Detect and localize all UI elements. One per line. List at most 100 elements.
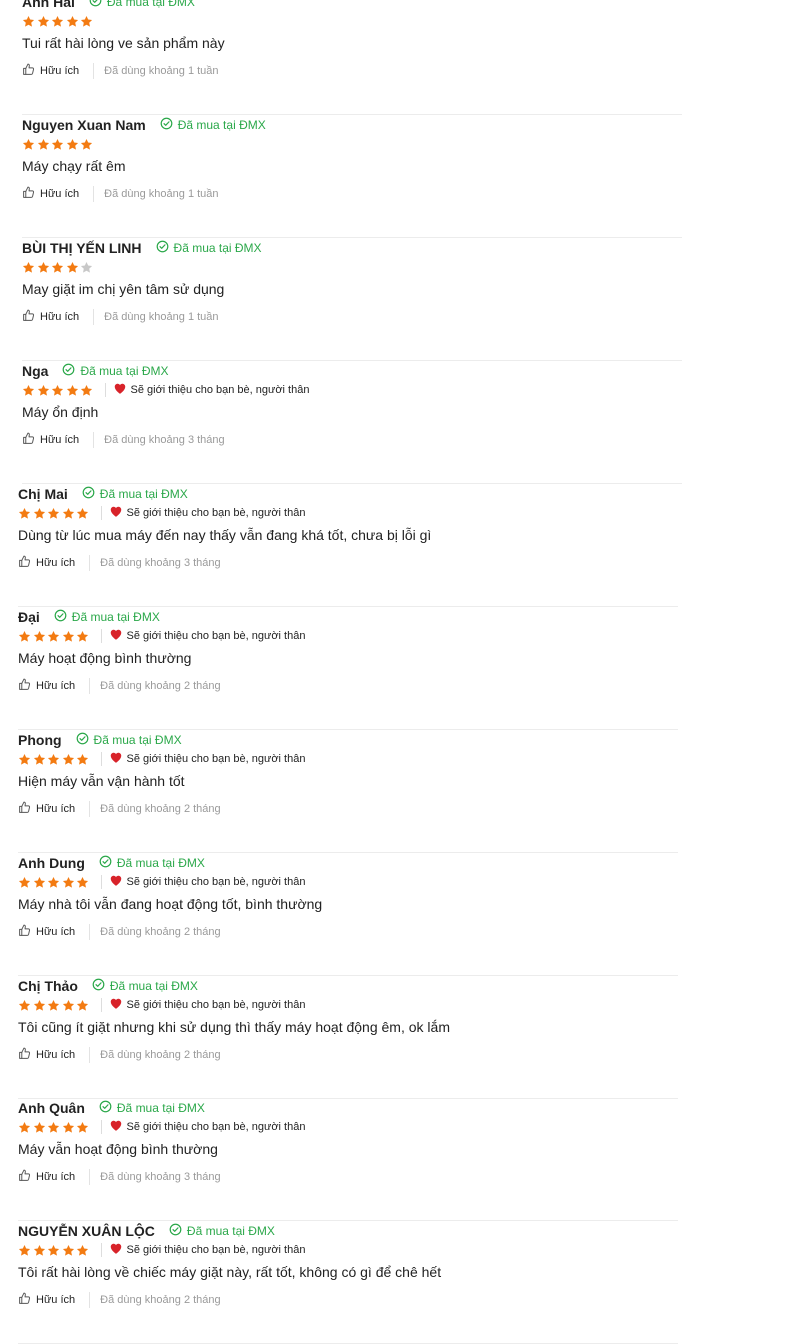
star-filled-icon — [22, 15, 35, 28]
thumbs-up-icon — [22, 309, 40, 325]
verified-badge: Đã mua tại ĐMX — [160, 117, 266, 133]
helpful-button[interactable]: Hữu ích — [18, 801, 75, 817]
verified-text: Đã mua tại ĐMX — [186, 1224, 275, 1238]
helpful-button[interactable]: Hữu ích — [22, 63, 79, 79]
star-filled-icon — [18, 999, 31, 1012]
star-filled-icon — [47, 630, 60, 643]
thumbs-up-icon — [18, 678, 36, 694]
verified-badge: Đã mua tại ĐMX — [62, 363, 168, 379]
star-filled-icon — [22, 261, 35, 274]
divider — [93, 186, 95, 202]
helpful-label: Hữu ích — [36, 926, 76, 938]
heart-icon — [110, 629, 127, 643]
star-filled-icon — [47, 1244, 60, 1257]
reviewer-name: Đại — [18, 609, 40, 625]
recommend-badge: Sẽ giới thiệu cho bạn bè, người thân — [100, 629, 305, 643]
verified-badge: Đã mua tại ĐMX — [89, 0, 195, 10]
check-circle-icon — [160, 117, 178, 133]
star-rating — [22, 138, 95, 151]
review-content: Tui rất hài lòng ve sản phẩm này — [22, 35, 225, 51]
star-filled-icon — [18, 630, 31, 643]
star-filled-icon — [37, 261, 50, 274]
star-rating — [18, 876, 91, 889]
heart-icon — [110, 875, 127, 889]
star-rating — [18, 630, 91, 643]
heart-icon — [110, 998, 127, 1012]
helpful-button[interactable]: Hữu ích — [18, 1169, 75, 1185]
star-filled-icon — [22, 138, 35, 151]
star-filled-icon — [18, 507, 31, 520]
usage-duration: Đã dùng khoảng 3 tháng — [100, 557, 221, 569]
star-filled-icon — [51, 138, 64, 151]
divider — [89, 555, 91, 571]
reviewer-name: Nga — [22, 363, 49, 379]
star-filled-icon — [47, 1121, 60, 1134]
check-circle-icon — [99, 855, 117, 871]
star-filled-icon — [66, 15, 79, 28]
star-filled-icon — [18, 876, 31, 889]
recommend-badge: Sẽ giới thiệu cho bạn bè, người thân — [100, 752, 305, 766]
divider — [89, 1047, 91, 1063]
review-item: BÙI THỊ YẾN LINH Đã mua tại ĐMX May giặt… — [22, 238, 682, 361]
helpful-button[interactable]: Hữu ích — [18, 1292, 75, 1308]
review-item: NGUYỄN XUÂN LỘC Đã mua tại ĐMX Sẽ giới t… — [18, 1221, 678, 1344]
helpful-button[interactable]: Hữu ích — [22, 432, 79, 448]
star-rating — [18, 753, 91, 766]
reviewer-name: Chị Thảo — [18, 978, 78, 994]
star-filled-icon — [47, 876, 60, 889]
check-circle-icon — [89, 0, 107, 10]
review-item: Chị Mai Đã mua tại ĐMX Sẽ giới thiệu cho… — [18, 484, 678, 607]
helpful-label: Hữu ích — [36, 557, 76, 569]
usage-duration: Đã dùng khoảng 1 tuần — [104, 311, 219, 323]
star-filled-icon — [76, 630, 89, 643]
recommend-badge: Sẽ giới thiệu cho bạn bè, người thân — [100, 875, 305, 889]
usage-duration: Đã dùng khoảng 3 tháng — [104, 434, 225, 446]
review-item: Chị Thảo Đã mua tại ĐMX Sẽ giới thiệu ch… — [18, 976, 678, 1099]
recommend-badge: Sẽ giới thiệu cho bạn bè, người thân — [100, 1243, 305, 1257]
helpful-label: Hữu ích — [36, 1171, 76, 1183]
star-filled-icon — [47, 507, 60, 520]
review-item: Nguyen Xuan Nam Đã mua tại ĐMX Máy chạy … — [22, 115, 682, 238]
star-filled-icon — [33, 630, 46, 643]
star-rating — [18, 1244, 91, 1257]
star-filled-icon — [51, 15, 64, 28]
star-filled-icon — [37, 15, 50, 28]
usage-duration: Đã dùng khoảng 2 tháng — [100, 926, 221, 938]
star-filled-icon — [62, 507, 75, 520]
helpful-button[interactable]: Hữu ích — [22, 309, 79, 325]
helpful-button[interactable]: Hữu ích — [22, 186, 79, 202]
star-filled-icon — [18, 1121, 31, 1134]
verified-badge: Đã mua tại ĐMX — [169, 1223, 275, 1239]
verified-badge: Đã mua tại ĐMX — [76, 732, 182, 748]
helpful-button[interactable]: Hữu ích — [18, 1047, 75, 1063]
star-rating — [18, 507, 91, 520]
check-circle-icon — [76, 732, 94, 748]
helpful-button[interactable]: Hữu ích — [18, 924, 75, 940]
recommend-badge: Sẽ giới thiệu cho bạn bè, người thân — [104, 383, 309, 397]
thumbs-up-icon — [22, 432, 40, 448]
recommend-badge: Sẽ giới thiệu cho bạn bè, người thân — [100, 506, 305, 520]
thumbs-up-icon — [18, 1169, 36, 1185]
review-content: Tôi rất hài lòng về chiếc máy giặt này, … — [18, 1264, 442, 1280]
helpful-label: Hữu ích — [36, 680, 76, 692]
star-filled-icon — [51, 384, 64, 397]
check-circle-icon — [169, 1223, 187, 1239]
verified-text: Đã mua tại ĐMX — [93, 733, 182, 747]
verified-text: Đã mua tại ĐMX — [71, 610, 160, 624]
verified-text: Đã mua tại ĐMX — [80, 364, 169, 378]
verified-badge: Đã mua tại ĐMX — [82, 486, 188, 502]
star-filled-icon — [51, 261, 64, 274]
helpful-button[interactable]: Hữu ích — [18, 555, 75, 571]
helpful-label: Hữu ích — [40, 188, 80, 200]
star-filled-icon — [37, 138, 50, 151]
star-filled-icon — [62, 630, 75, 643]
divider — [93, 432, 95, 448]
star-filled-icon — [18, 1244, 31, 1257]
divider — [93, 309, 95, 325]
helpful-button[interactable]: Hữu ích — [18, 678, 75, 694]
star-filled-icon — [33, 999, 46, 1012]
review-content: Máy nhà tôi vẫn đang hoạt động tốt, bình… — [18, 896, 323, 912]
heart-icon — [114, 383, 131, 397]
star-filled-icon — [62, 999, 75, 1012]
star-rating — [18, 1121, 91, 1134]
